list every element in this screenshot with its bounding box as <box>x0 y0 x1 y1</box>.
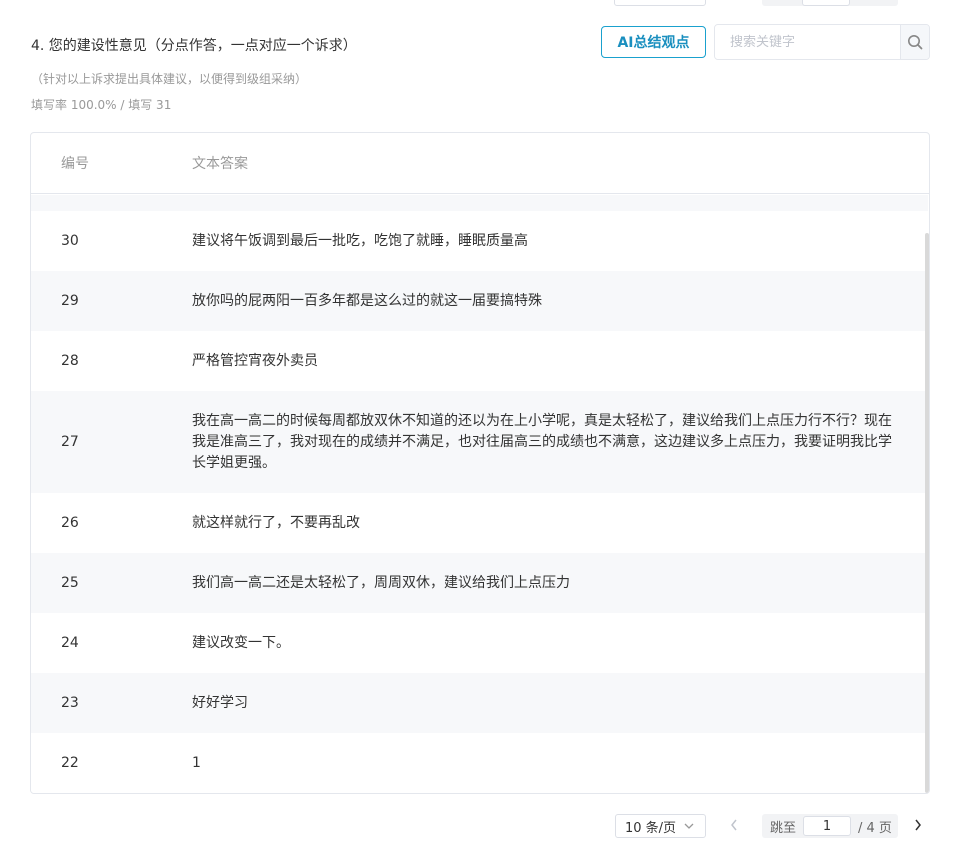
table-row: 29 放你吗的屁两阳一百多年都是这么过的就这一届要搞特殊 <box>31 271 928 331</box>
header-id: 编号 <box>61 156 89 172</box>
header-answer: 文本答案 <box>192 156 248 172</box>
table-scrollbar[interactable] <box>925 233 929 793</box>
chevron-left-icon <box>731 819 737 831</box>
next-page-button[interactable] <box>912 817 924 837</box>
row-id: 30 <box>61 233 79 249</box>
top-pagination-remnant <box>0 0 970 6</box>
row-text: 我在高一高二的时候每周都放双休不知道的还以为在上小学呢，真是太轻松了，建议给我们… <box>192 412 892 471</box>
row-text: 建议改变一下。 <box>192 634 290 651</box>
row-id: 29 <box>61 293 79 309</box>
search-input[interactable] <box>715 25 900 59</box>
page-jumper: 跳至 / 4 页 <box>762 814 898 838</box>
row-text: 放你吗的屁两阳一百多年都是这么过的就这一届要搞特殊 <box>192 292 542 309</box>
row-id: 28 <box>61 353 79 369</box>
row-text: 我们高一高二还是太轻松了，周周双休，建议给我们上点压力 <box>192 574 570 591</box>
row-text: 1 <box>192 754 201 771</box>
pagination: 10 条/页 跳至 / 4 页 <box>0 814 970 838</box>
table-row: 28 严格管控宵夜外卖员 <box>31 331 928 391</box>
table-header: 编号 文本答案 <box>31 133 929 194</box>
row-text: 建议将午饭调到最后一批吃，吃饱了就睡，睡眠质量高 <box>192 232 528 249</box>
table-body[interactable]: 30 建议将午饭调到最后一批吃，吃饱了就睡，睡眠质量高 29 放你吗的屁两阳一百… <box>31 195 928 793</box>
ai-summary-button[interactable]: AI总结观点 <box>601 26 706 58</box>
search-icon <box>908 35 923 50</box>
row-id: 27 <box>61 434 79 450</box>
table-row: 22 1 <box>31 733 928 793</box>
row-text: 严格管控宵夜外卖员 <box>192 352 318 369</box>
row-text: 好好学习 <box>192 694 248 711</box>
search-box <box>714 24 930 60</box>
page-size-value: 10 条/页 <box>625 820 677 836</box>
question-title: 4. 您的建设性意见（分点作答，一点对应一个诉求） <box>31 38 357 54</box>
table-row: 27 我在高一高二的时候每周都放双休不知道的还以为在上小学呢，真是太轻松了，建议… <box>31 391 928 493</box>
chevron-down-icon <box>684 823 694 829</box>
total-pages: / 4 页 <box>858 820 892 836</box>
page-number-input[interactable] <box>803 816 852 836</box>
table-row: 30 建议将午饭调到最后一批吃，吃饱了就睡，睡眠质量高 <box>31 211 928 271</box>
row-id: 24 <box>61 635 79 651</box>
question-hint: （针对以上诉求提出具体建议，以便得到级组采纳） <box>31 72 308 86</box>
table-row-partial <box>31 195 928 211</box>
table-row: 24 建议改变一下。 <box>31 613 928 673</box>
row-id: 26 <box>61 515 79 531</box>
page-size-select[interactable]: 10 条/页 <box>615 814 706 838</box>
row-id: 22 <box>61 755 79 771</box>
row-id: 23 <box>61 695 79 711</box>
row-id: 25 <box>61 575 79 591</box>
search-button[interactable] <box>900 25 929 59</box>
jump-label: 跳至 <box>770 820 797 836</box>
top-jump-input[interactable] <box>802 0 850 6</box>
table-row: 25 我们高一高二还是太轻松了，周周双休，建议给我们上点压力 <box>31 553 928 613</box>
prev-page-button[interactable] <box>728 817 740 837</box>
fill-rate: 填写率 100.0% / 填写 31 <box>31 98 172 112</box>
top-page-size-select[interactable] <box>614 0 706 6</box>
row-text: 就这样就行了，不要再乱改 <box>192 514 360 531</box>
chevron-right-icon <box>915 819 921 831</box>
answers-table: 编号 文本答案 30 建议将午饭调到最后一批吃，吃饱了就睡，睡眠质量高 29 放… <box>30 132 930 794</box>
table-row: 23 好好学习 <box>31 673 928 733</box>
table-row: 26 就这样就行了，不要再乱改 <box>31 493 928 553</box>
